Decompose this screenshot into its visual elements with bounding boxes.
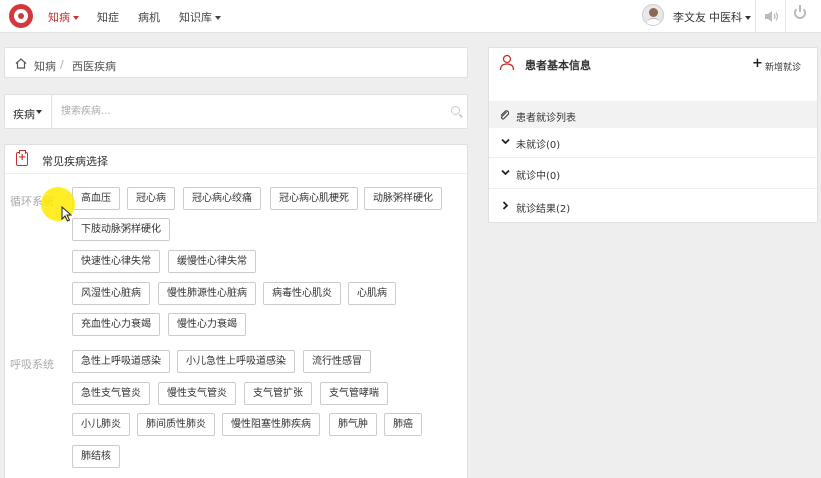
medical-clipboard-icon <box>16 150 28 166</box>
nav-item-label: 知病 <box>48 11 70 24</box>
disease-tag[interactable]: 动脉粥样硬化 <box>364 187 442 210</box>
disease-tag[interactable]: 急性上呼吸道感染 <box>72 350 170 373</box>
status-row-in-visit[interactable]: 就诊中(0) <box>489 159 817 189</box>
search-input[interactable] <box>53 95 467 128</box>
disease-tag[interactable]: 充血性心力衰竭 <box>72 313 160 336</box>
disease-tag[interactable]: 流行性感冒 <box>303 350 371 373</box>
disease-tag[interactable]: 病毒性心肌炎 <box>263 282 341 305</box>
disease-tag[interactable]: 肺癌 <box>384 413 422 436</box>
caret-down-icon <box>745 16 751 20</box>
status-label: 就诊中(0) <box>516 171 561 182</box>
department-dropdown[interactable]: 中医科 <box>709 9 751 25</box>
disease-tag[interactable]: 冠心病 <box>127 187 175 210</box>
new-visit-button[interactable]: 新增就诊 <box>765 60 801 73</box>
visit-list-title: 患者就诊列表 <box>516 113 576 124</box>
caret-down-icon <box>215 16 221 20</box>
disease-tag[interactable]: 冠心病心肌梗死 <box>270 187 358 210</box>
chevron-down-icon <box>501 169 510 176</box>
nav-item-knowledge-base[interactable]: 知识库 <box>179 9 221 25</box>
home-icon[interactable] <box>15 58 27 69</box>
patient-panel-title: 患者基本信息 <box>525 59 591 72</box>
breadcrumb-item-zhibing[interactable]: 知病 <box>34 58 56 74</box>
search-bar: 疾病 <box>4 94 468 129</box>
disease-tag[interactable]: 小儿急性上呼吸道感染 <box>177 350 295 373</box>
disease-tag[interactable]: 慢性心力衰竭 <box>168 313 246 336</box>
disease-tag[interactable]: 慢性阻塞性肺疾病 <box>222 413 320 436</box>
patient-panel-header: 患者基本信息 + 新增就诊 <box>489 48 817 81</box>
search-icon[interactable] <box>451 106 460 115</box>
disease-tag[interactable]: 肺结核 <box>72 445 120 468</box>
status-row-not-visited[interactable]: 未就诊(0) <box>489 128 817 158</box>
chevron-down-icon <box>501 138 510 145</box>
disease-tag[interactable]: 支气管扩张 <box>244 382 312 405</box>
paperclip-icon <box>500 110 509 120</box>
disease-tag[interactable]: 心肌病 <box>348 282 396 305</box>
disease-tag[interactable]: 下肢动脉粥样硬化 <box>72 218 170 241</box>
search-category-label: 疾病 <box>13 108 35 121</box>
patient-info-panel: 患者基本信息 + 新增就诊 患者就诊列表 未就诊(0) 就诊中(0) 就诊结果(… <box>488 47 818 223</box>
status-label: 就诊结果(2) <box>516 204 571 215</box>
top-navbar: 知病 知症 病机 知识库 李文友 中医科 <box>0 0 821 33</box>
app-logo[interactable] <box>9 4 33 28</box>
status-label: 未就诊(0) <box>516 140 561 151</box>
disease-tag[interactable]: 慢性支气管炎 <box>158 382 236 405</box>
nav-item-zhizheng[interactable]: 知症 <box>97 9 119 25</box>
breadcrumb-separator: / <box>60 58 64 71</box>
mouse-pointer-icon <box>61 206 72 222</box>
plus-icon[interactable]: + <box>752 57 763 70</box>
disease-tag[interactable]: 支气管哮喘 <box>320 382 388 405</box>
disease-tag[interactable]: 肺间质性肺炎 <box>137 413 215 436</box>
power-icon[interactable] <box>794 5 806 19</box>
person-icon <box>499 54 515 71</box>
status-row-visit-result[interactable]: 就诊结果(2) <box>489 192 817 222</box>
disease-tag[interactable]: 风湿性心脏病 <box>72 282 150 305</box>
caret-down-icon <box>73 16 79 20</box>
divider <box>755 0 756 33</box>
breadcrumb: 知病 / 西医疾病 <box>4 47 468 78</box>
disease-panel-title: 常见疾病选择 <box>42 155 108 168</box>
nav-item-bingji[interactable]: 病机 <box>138 9 160 25</box>
nav-item-label: 知识库 <box>179 11 212 24</box>
disease-tag[interactable]: 慢性肺源性心脏病 <box>158 282 256 305</box>
user-avatar[interactable] <box>642 4 664 26</box>
disease-tag[interactable]: 冠心病心绞痛 <box>183 187 261 210</box>
category-label-respiratory: 呼吸系统 <box>10 358 54 371</box>
disease-tag[interactable]: 高血压 <box>72 187 120 210</box>
disease-tag[interactable]: 急性支气管炎 <box>72 382 150 405</box>
disease-tag[interactable]: 肺气肿 <box>329 413 377 436</box>
volume-icon[interactable] <box>764 10 780 23</box>
department-label: 中医科 <box>709 11 742 24</box>
disease-tag[interactable]: 快速性心律失常 <box>72 250 160 273</box>
chevron-right-icon <box>502 201 509 210</box>
breadcrumb-item-western-disease: 西医疾病 <box>72 60 116 73</box>
search-category-dropdown[interactable]: 疾病 <box>5 95 52 128</box>
caret-down-icon <box>36 110 42 114</box>
divider <box>785 0 786 33</box>
disease-tag[interactable]: 小儿肺炎 <box>72 413 130 436</box>
visit-list-header: 患者就诊列表 <box>489 101 817 128</box>
disease-panel-header: 常见疾病选择 <box>5 145 467 174</box>
disease-tag[interactable]: 缓慢性心律失常 <box>168 250 256 273</box>
nav-item-zhibing[interactable]: 知病 <box>48 9 79 25</box>
user-name[interactable]: 李文友 <box>673 9 706 25</box>
